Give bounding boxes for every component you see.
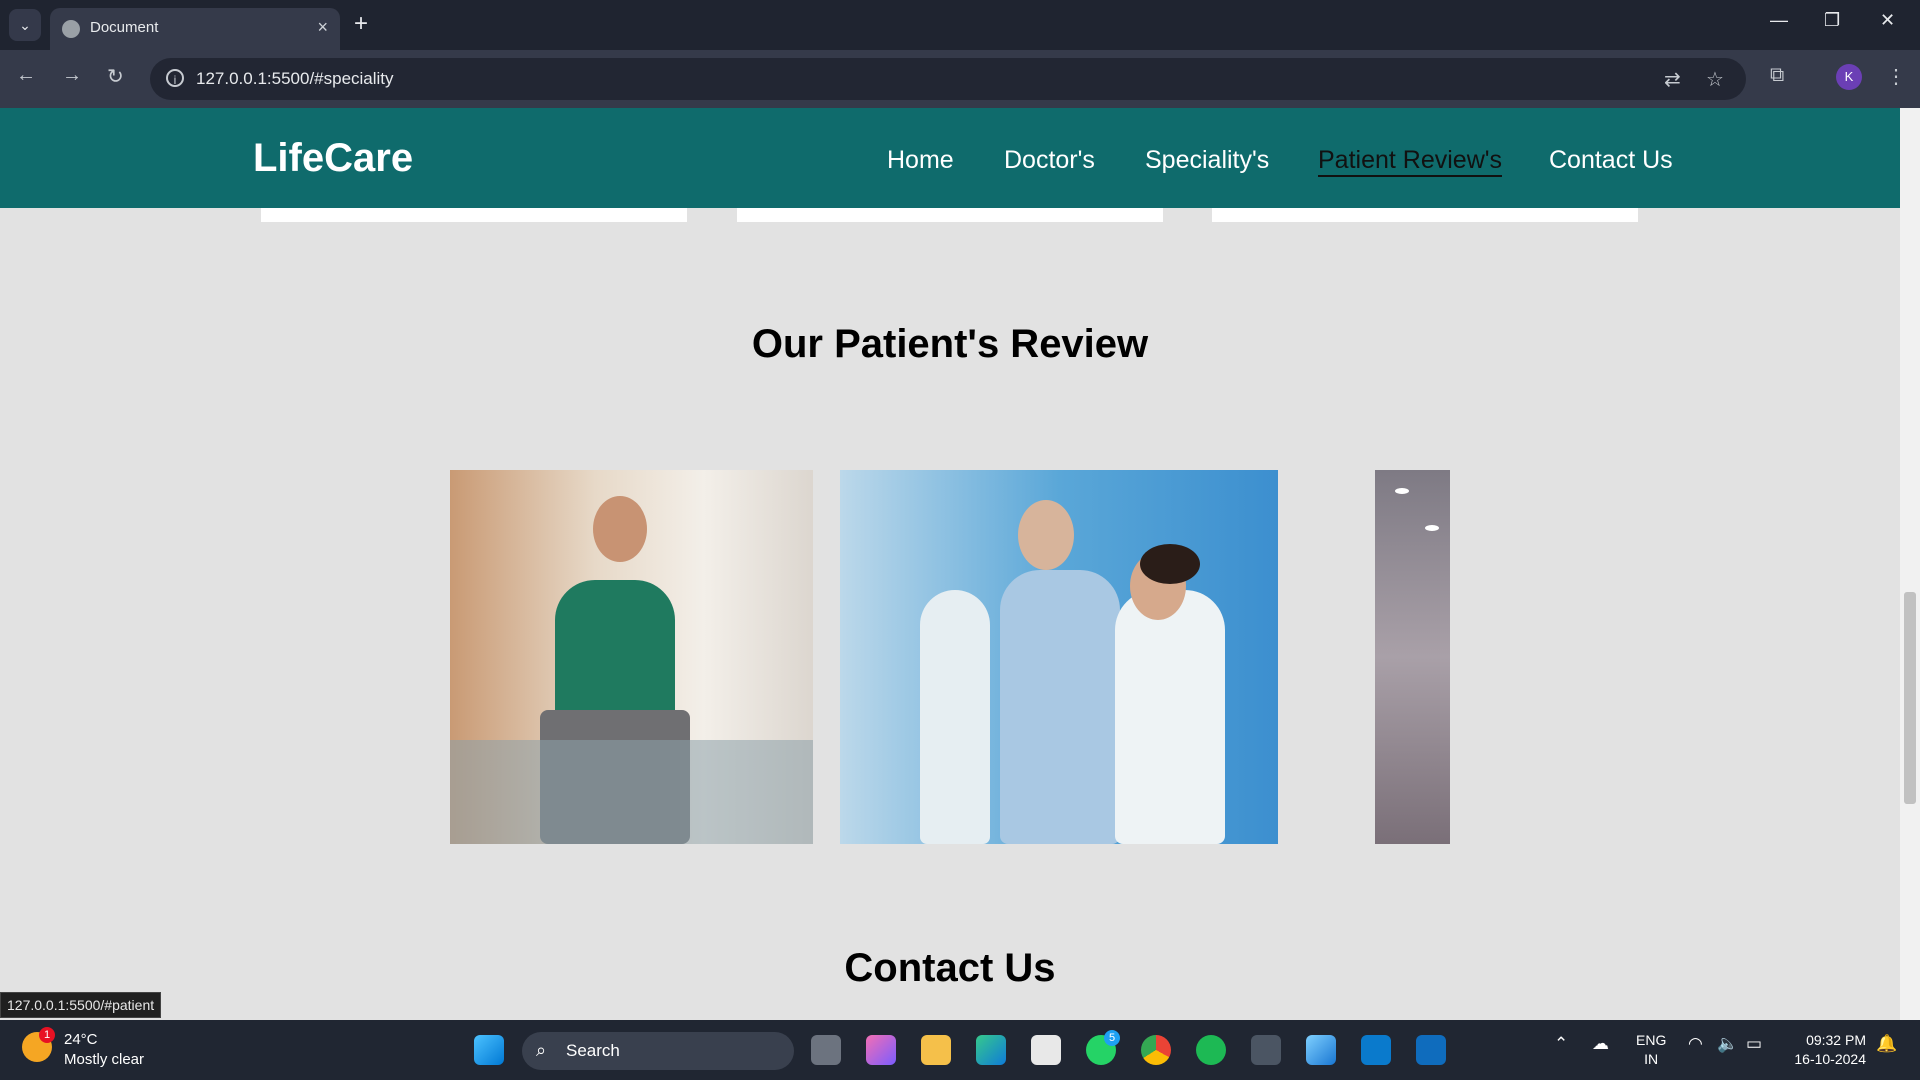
notification-bell-icon[interactable]: 🔔 [1876, 1034, 1897, 1054]
microsoft-store-icon[interactable] [1031, 1035, 1061, 1065]
patient-review-photo[interactable] [840, 470, 1278, 844]
copilot-icon[interactable] [866, 1035, 896, 1065]
outlook-icon[interactable] [1416, 1035, 1446, 1065]
onedrive-icon[interactable]: ☁ [1592, 1034, 1609, 1054]
close-tab-icon[interactable]: × [317, 17, 328, 38]
restore-button[interactable]: ❐ [1824, 10, 1840, 31]
browser-menu-icon[interactable]: ⋮ [1886, 64, 1906, 89]
tab-title: Document [90, 19, 159, 36]
nav-contact[interactable]: Contact Us [1549, 146, 1673, 175]
search-icon: ⌕ [536, 1040, 547, 1060]
profile-avatar[interactable]: K [1836, 64, 1862, 90]
volume-icon[interactable]: 🔈 [1717, 1034, 1738, 1054]
bookmark-star-icon[interactable]: ☆ [1706, 67, 1724, 92]
speciality-card-bottom [1212, 208, 1638, 222]
contact-heading: Contact Us [844, 946, 1056, 990]
whatsapp-badge: 5 [1104, 1030, 1120, 1046]
weather-temperature[interactable]: 24°C [64, 1031, 98, 1048]
page-viewport: LifeCare Home Doctor's Speciality's Pati… [0, 108, 1900, 1020]
new-tab-button[interactable]: + [354, 10, 368, 38]
reviews-heading: Our Patient's Review [751, 322, 1149, 366]
minimize-button[interactable]: — [1770, 10, 1788, 31]
clock-time: 09:32 PM [1806, 1032, 1866, 1048]
language-code: ENG [1636, 1032, 1667, 1048]
site-header: LifeCare Home Doctor's Speciality's Pati… [0, 108, 1900, 208]
taskbar-search[interactable]: ⌕ Search [522, 1032, 794, 1070]
edge-icon[interactable] [976, 1035, 1006, 1065]
file-explorer-icon[interactable] [921, 1035, 951, 1065]
task-view-icon[interactable] [811, 1035, 841, 1065]
battery-icon[interactable]: ▭ [1746, 1034, 1762, 1054]
translate-icon[interactable]: ⇄ [1664, 67, 1681, 92]
browser-tab[interactable]: Document × [50, 8, 340, 50]
browser-tab-bar: ⌄ Document × + — ❐ ✕ [0, 0, 1920, 50]
patient-review-photo[interactable] [450, 470, 813, 844]
address-bar[interactable]: i 127.0.0.1:5500/#speciality ⇄ ☆ [150, 58, 1746, 100]
browser-toolbar: ← → ↻ i 127.0.0.1:5500/#speciality ⇄ ☆ [0, 50, 1920, 108]
link-status-bubble: 127.0.0.1:5500/#patient [0, 992, 162, 1018]
url-text[interactable]: 127.0.0.1:5500/#speciality [196, 69, 394, 89]
weather-badge: 1 [39, 1027, 55, 1043]
vscode-icon[interactable] [1361, 1035, 1391, 1065]
wifi-icon[interactable]: ◠ [1688, 1034, 1703, 1054]
close-window-button[interactable]: ✕ [1880, 10, 1895, 31]
taskbar-search-label: Search [566, 1041, 620, 1060]
nav-speciality[interactable]: Speciality's [1145, 146, 1269, 175]
nav-doctors[interactable]: Doctor's [1004, 146, 1095, 175]
nav-home[interactable]: Home [887, 146, 954, 175]
site-logo[interactable]: LifeCare [253, 136, 413, 181]
forward-button[interactable]: → [62, 64, 82, 87]
back-button[interactable]: ← [16, 64, 36, 87]
language-indicator[interactable]: ENG IN [1636, 1031, 1666, 1069]
globe-icon [62, 20, 80, 38]
calculator-icon[interactable] [1251, 1035, 1281, 1065]
scrollbar-thumb[interactable] [1904, 592, 1916, 804]
clock-date: 16-10-2024 [1794, 1051, 1866, 1067]
system-clock[interactable]: 09:32 PM 16-10-2024 [1780, 1031, 1866, 1069]
speciality-card-bottom [737, 208, 1163, 222]
page-scrollbar[interactable] [1900, 108, 1920, 1020]
reload-button[interactable]: ↻ [107, 64, 124, 89]
site-info-icon[interactable]: i [166, 69, 184, 87]
region-code: IN [1644, 1051, 1659, 1067]
speciality-card-bottom [261, 208, 687, 222]
spotify-icon[interactable] [1196, 1035, 1226, 1065]
patient-review-photo[interactable] [1375, 470, 1450, 844]
windows-start-icon[interactable] [474, 1035, 504, 1065]
weather-condition[interactable]: Mostly clear [64, 1051, 144, 1068]
photos-icon[interactable] [1306, 1035, 1336, 1065]
nav-patient-reviews[interactable]: Patient Review's [1318, 146, 1503, 177]
tab-search-button[interactable]: ⌄ [9, 9, 41, 41]
taskbar: 1 24°C Mostly clear ⌕ Search 5 ⌃ ☁ ENG I… [0, 1020, 1920, 1080]
chrome-icon[interactable] [1141, 1035, 1171, 1065]
extensions-icon[interactable]: ⧉ [1770, 64, 1784, 87]
chevron-up-icon[interactable]: ⌃ [1554, 1034, 1568, 1054]
